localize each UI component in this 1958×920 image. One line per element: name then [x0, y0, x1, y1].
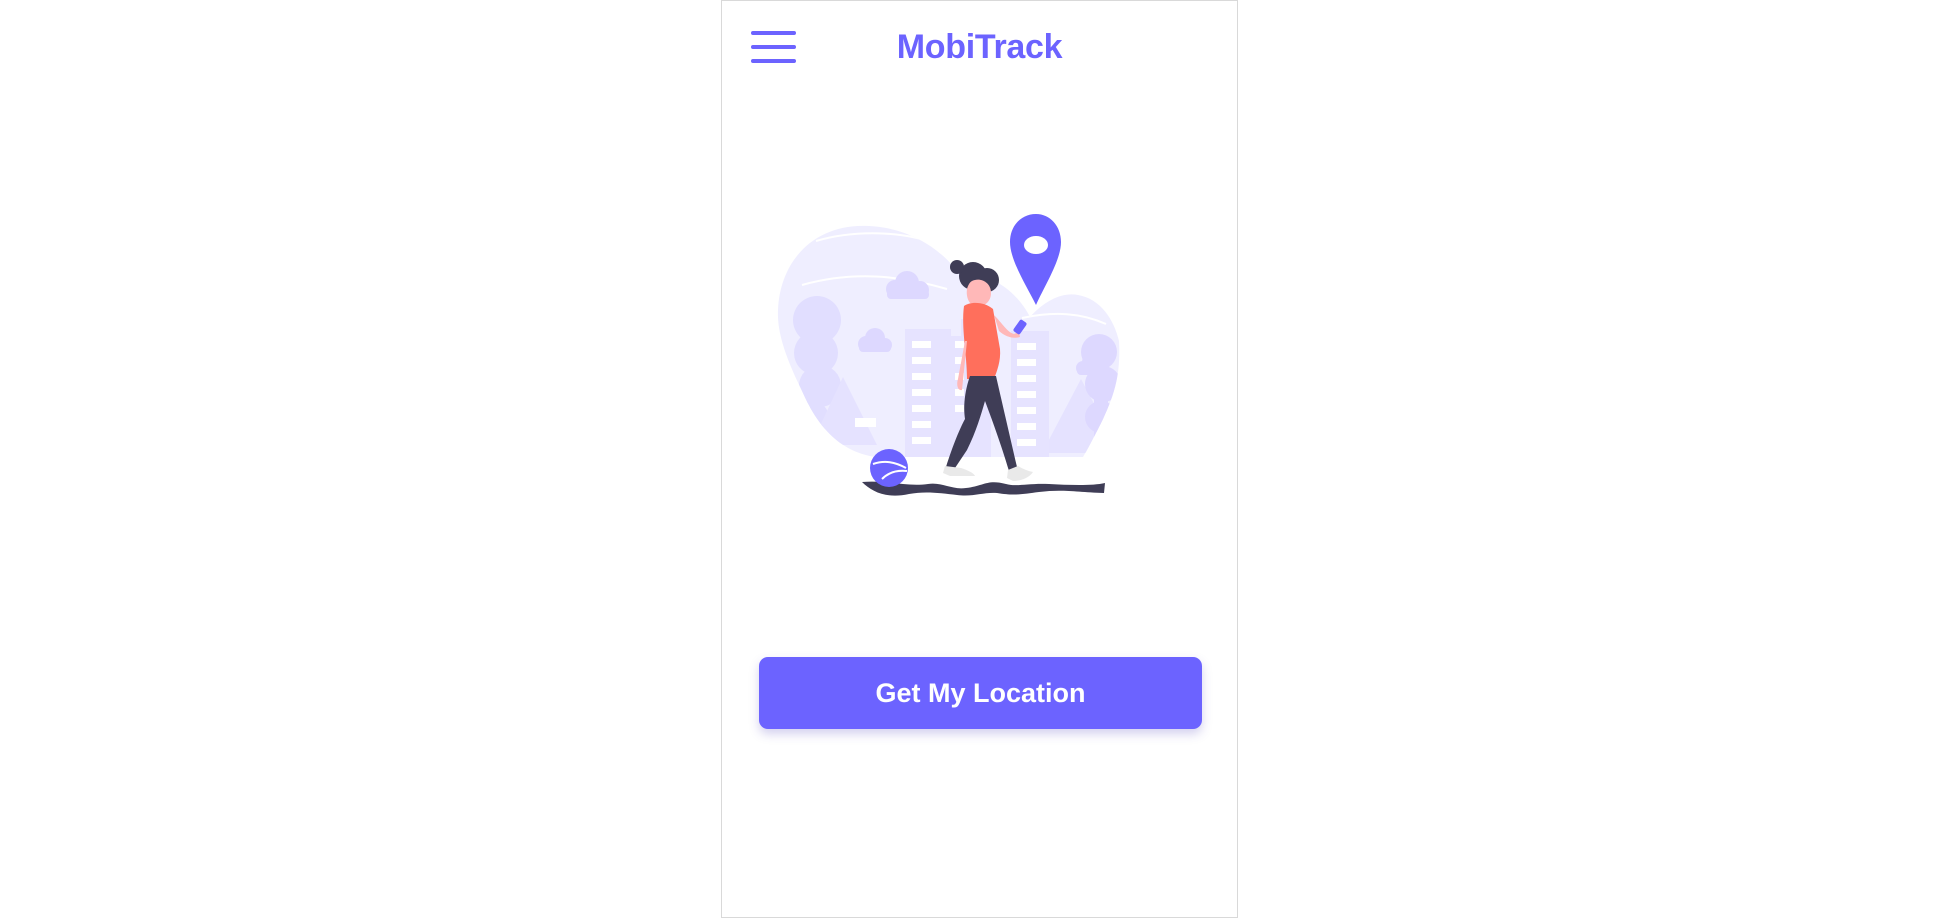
location-pin-icon: [1010, 214, 1061, 305]
location-illustration: [777, 214, 1120, 496]
page: MobiTrack Get My Location: [0, 0, 1958, 920]
get-my-location-button[interactable]: Get My Location: [759, 657, 1202, 729]
app-header: MobiTrack: [722, 1, 1237, 95]
app-title: MobiTrack: [896, 28, 1063, 66]
small-globe: [870, 449, 908, 487]
mobile-app-frame: MobiTrack Get My Location: [721, 0, 1238, 918]
